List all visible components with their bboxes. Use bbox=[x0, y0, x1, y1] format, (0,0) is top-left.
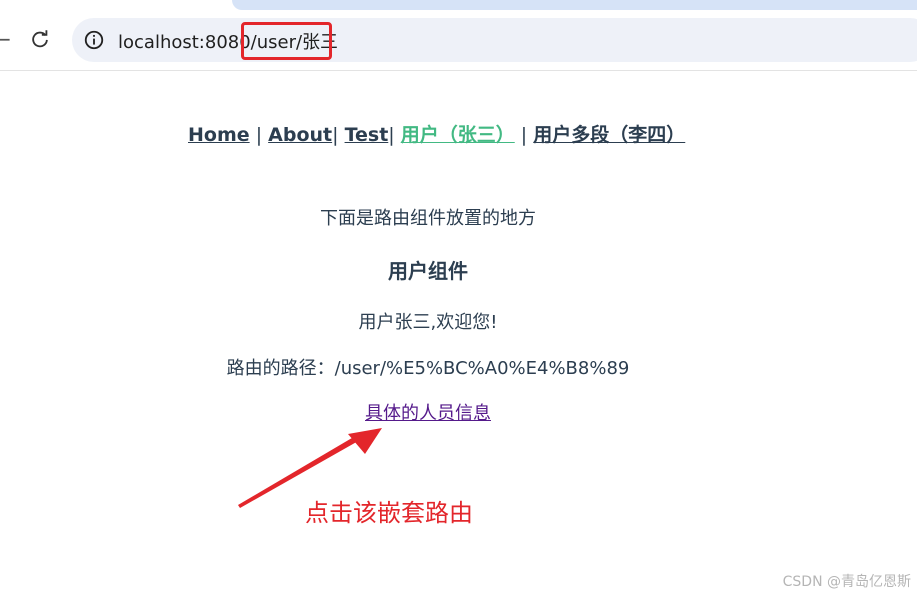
nav-separator: | bbox=[332, 124, 339, 146]
annotation-text: 点击该嵌套路由 bbox=[305, 499, 473, 527]
nav-link-test[interactable]: Test bbox=[345, 124, 389, 146]
nav-link-user-multi[interactable]: 用户多段（李四） bbox=[533, 124, 685, 146]
welcome-text: 用户张三,欢迎您! bbox=[358, 312, 498, 333]
route-path-text: 路由的路径：/user/%E5%BC%A0%E4%B8%89 bbox=[226, 358, 630, 379]
router-view-caption: 下面是路由组件放置的地方 bbox=[320, 208, 536, 229]
detail-link-container: 具体的人员信息 bbox=[0, 399, 856, 425]
nav-link-home[interactable]: Home bbox=[188, 124, 250, 146]
nav-link-about[interactable]: About bbox=[268, 124, 332, 146]
browser-toolbar: ← localhost:8080/user/张三 bbox=[0, 0, 917, 71]
watermark: CSDN @青岛亿恩斯 bbox=[782, 574, 911, 590]
router-nav: Home | About| Test| 用户（张三） | 用户多段（李四） bbox=[188, 120, 685, 147]
component-title: 用户组件 bbox=[388, 259, 468, 283]
back-arrow-icon[interactable]: ← bbox=[0, 29, 11, 49]
nav-separator: | bbox=[255, 124, 263, 146]
info-icon[interactable] bbox=[83, 29, 105, 51]
nav-separator: | bbox=[520, 124, 528, 146]
nav-link-user[interactable]: 用户（张三） bbox=[401, 124, 515, 146]
tab-strip bbox=[232, 0, 917, 10]
reload-icon[interactable] bbox=[29, 28, 51, 50]
nav-separator: | bbox=[388, 124, 395, 146]
url-highlight-box bbox=[241, 22, 332, 60]
